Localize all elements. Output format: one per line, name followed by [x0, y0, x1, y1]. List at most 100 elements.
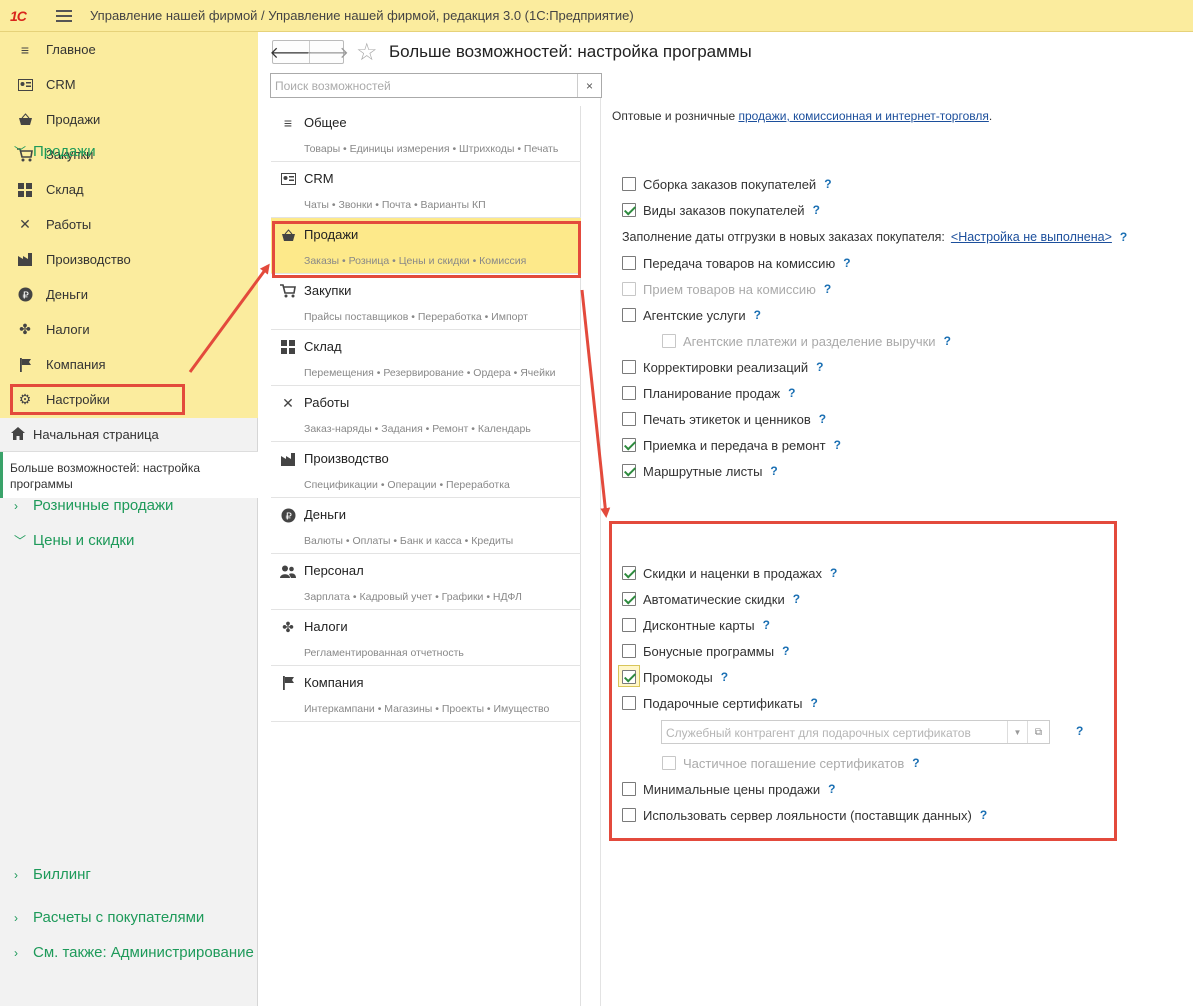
group-retail[interactable]: › Розничные продажи	[14, 497, 173, 514]
section-works[interactable]: ✕ Работы	[0, 207, 258, 242]
category-works[interactable]: ✕ Работы Заказ-наряды • Задания • Ремонт…	[271, 386, 581, 442]
form-header: 🡐 🡒 ☆ Больше возможностей: настройка про…	[270, 38, 1170, 68]
section-money[interactable]: ₽ Деньги	[0, 277, 258, 312]
clear-search-icon[interactable]: ×	[577, 74, 601, 97]
checkbox	[622, 282, 636, 296]
sales-highlight-frame	[272, 221, 581, 278]
sections-panel: ≡ Главное CRM Продажи Закупки Склад ✕ Ра…	[0, 32, 258, 418]
option-route-sheets[interactable]: Маршрутные листы?	[622, 462, 778, 480]
ruble-coin-icon: ₽	[279, 507, 297, 523]
factory-icon	[17, 252, 33, 268]
category-personnel[interactable]: Персонал Зарплата • Кадровый учет • Граф…	[271, 554, 581, 610]
option-repair-acceptance[interactable]: Приемка и передача в ремонт?	[622, 436, 841, 454]
option-sales-corrections[interactable]: Корректировки реализаций?	[622, 358, 824, 376]
chevron-right-icon: ›	[14, 910, 18, 925]
section-taxes[interactable]: ✤ Налоги	[0, 312, 258, 347]
factory-icon	[279, 451, 297, 467]
main-menu-icon[interactable]	[56, 9, 72, 22]
chevron-right-icon: ›	[14, 945, 18, 960]
option-agent-services[interactable]: Агентские услуги?	[622, 306, 761, 324]
favorite-star-icon[interactable]: ☆	[356, 38, 378, 67]
people-icon	[279, 563, 297, 579]
home-page-link[interactable]: Начальная страница	[0, 418, 258, 452]
title-bar: 1С Управление нашей фирмой / Управление …	[0, 0, 1193, 32]
category-warehouse[interactable]: Склад Перемещения • Резервирование • Орд…	[271, 330, 581, 386]
help-icon[interactable]: ?	[813, 203, 820, 217]
checkbox[interactable]	[622, 360, 636, 374]
category-taxes[interactable]: ✤ Налоги Регламентированная отчетность	[271, 610, 581, 666]
section-sales[interactable]: Продажи	[0, 102, 258, 137]
section-crm[interactable]: CRM	[0, 67, 258, 102]
forward-button[interactable]: 🡒	[306, 41, 349, 63]
help-icon[interactable]: ?	[770, 464, 777, 478]
contact-card-icon	[17, 77, 33, 93]
option-order-types[interactable]: Виды заказов покупателей?	[622, 201, 820, 219]
intro-text: Оптовые и розничные продажи, комиссионна…	[612, 109, 993, 123]
settings-highlight-frame	[10, 384, 185, 415]
flag-icon	[17, 357, 33, 373]
group-settlements[interactable]: › Расчеты с покупателями	[14, 909, 204, 926]
section-company[interactable]: Компания	[0, 347, 258, 382]
checkbox	[662, 334, 676, 348]
ruble-coin-icon: ₽	[17, 287, 33, 303]
help-icon[interactable]: ?	[754, 308, 761, 322]
option-commission-transfer[interactable]: Передача товаров на комиссию?	[622, 254, 851, 272]
basket-icon	[17, 112, 33, 128]
tools-icon: ✕	[282, 394, 294, 411]
checkbox-checked[interactable]	[622, 438, 636, 452]
checkbox[interactable]	[622, 256, 636, 270]
checkbox[interactable]	[622, 386, 636, 400]
section-warehouse[interactable]: Склад	[0, 172, 258, 207]
option-shipping-date: Заполнение даты отгрузки в новых заказах…	[622, 230, 1128, 244]
search-input[interactable]	[271, 74, 577, 97]
tools-icon: ✕	[19, 216, 31, 232]
svg-text:₽: ₽	[285, 511, 292, 522]
warehouse-grid-icon	[17, 182, 33, 198]
checkbox[interactable]	[622, 412, 636, 426]
group-prices[interactable]: ﹀ Цены и скидки	[14, 532, 134, 549]
warehouse-grid-icon	[279, 339, 297, 355]
help-icon[interactable]: ?	[819, 412, 826, 426]
section-main[interactable]: ≡ Главное	[0, 32, 258, 67]
chevron-down-icon: ﹀	[14, 145, 27, 159]
help-icon[interactable]: ?	[944, 334, 951, 348]
page-title: Больше возможностей: настройка программы	[389, 42, 752, 61]
checkbox-checked[interactable]	[622, 464, 636, 478]
chevron-down-icon: ﹀	[14, 534, 27, 548]
shipping-date-setup-link[interactable]: <Настройка не выполнена>	[951, 230, 1112, 244]
category-production[interactable]: Производство Спецификации • Операции • П…	[271, 442, 581, 498]
option-order-assembly[interactable]: Сборка заказов покупателей?	[622, 175, 832, 193]
flag-icon	[279, 675, 297, 691]
help-icon[interactable]: ?	[834, 438, 841, 452]
category-general[interactable]: ≡ Общее Товары • Единицы измерения • Штр…	[271, 106, 581, 162]
app-title: Управление нашей фирмой / Управление наш…	[90, 8, 634, 23]
help-icon[interactable]: ?	[816, 360, 823, 374]
group-billing[interactable]: › Биллинг	[14, 866, 91, 883]
option-label-printing[interactable]: Печать этикеток и ценников?	[622, 410, 826, 428]
group-sales[interactable]: ﹀ Продажи	[14, 143, 96, 160]
section-production[interactable]: Производство	[0, 242, 258, 277]
category-purchases[interactable]: Закупки Прайсы поставщиков • Переработка…	[271, 274, 581, 330]
prices-highlight-frame	[609, 521, 1117, 841]
history-buttons: 🡐 🡒	[270, 40, 349, 64]
option-sales-planning[interactable]: Планирование продаж?	[622, 384, 795, 402]
category-money[interactable]: ₽ Деньги Валюты • Оплаты • Банк и касса …	[271, 498, 581, 554]
1c-logo: 1С	[10, 7, 27, 24]
help-icon[interactable]: ?	[788, 386, 795, 400]
help-icon[interactable]: ?	[824, 177, 831, 191]
menu-lines-icon: ≡	[20, 41, 30, 58]
checkbox[interactable]	[622, 177, 636, 191]
intro-link[interactable]: продажи, комиссионная и интернет-торговл…	[738, 109, 988, 123]
help-icon[interactable]: ?	[1120, 230, 1127, 244]
help-icon[interactable]: ?	[824, 282, 831, 296]
back-button[interactable]: 🡐	[270, 41, 313, 63]
help-icon[interactable]: ?	[843, 256, 850, 270]
checkbox-checked[interactable]	[622, 203, 636, 217]
category-crm[interactable]: CRM Чаты • Звонки • Почта • Варианты КП	[271, 162, 581, 218]
category-company[interactable]: Компания Интеркампани • Магазины • Проек…	[271, 666, 581, 722]
group-see-also[interactable]: › См. также: Администрирование	[14, 944, 254, 961]
chevron-right-icon: ›	[14, 498, 18, 513]
checkbox[interactable]	[622, 308, 636, 322]
open-window-item[interactable]: Больше возможностей: настройка программы	[0, 452, 258, 498]
menu-lines-icon: ≡	[283, 115, 293, 131]
